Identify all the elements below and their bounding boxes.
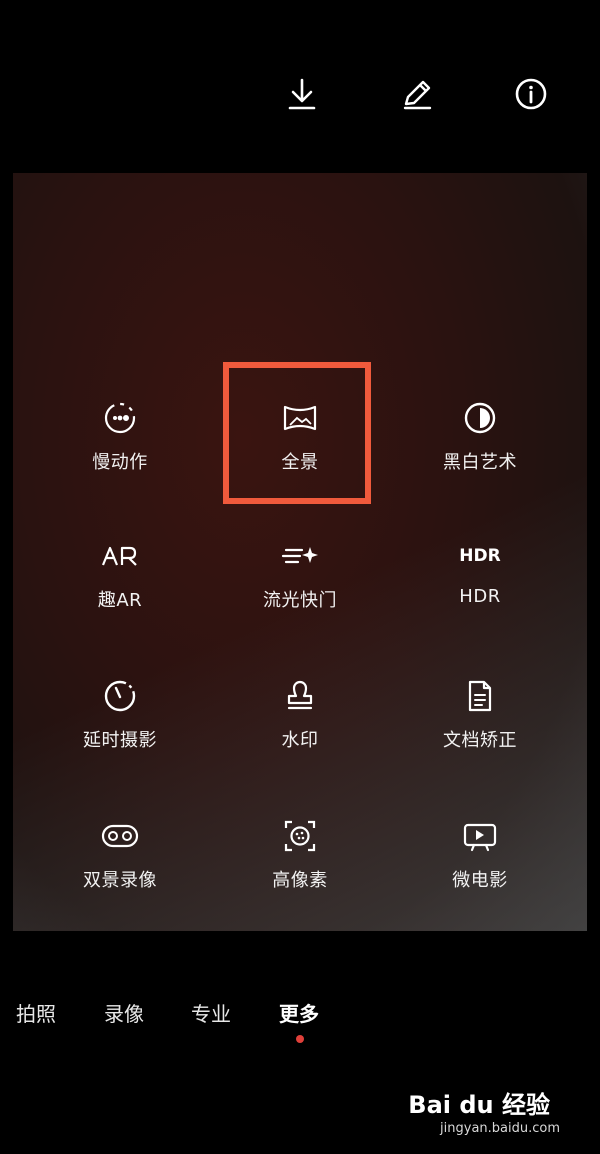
document-icon [460, 676, 500, 716]
high-resolution-icon [280, 816, 320, 856]
tab-video[interactable]: 录像 [104, 998, 144, 1027]
mode-label: 水印 [281, 730, 319, 751]
more-modes-panel: 慢动作 全景 黑白艺术 趣AR 流光快门 HDR HDR 延时摄影 水印 文档矫… [13, 173, 587, 931]
hdr-icon: HDR [459, 546, 501, 566]
mode-label: 趣AR [97, 590, 143, 611]
mode-high-resolution[interactable]: 高像素 [210, 798, 390, 918]
watermark-url: jingyan.baidu.com [440, 1121, 560, 1136]
info-icon [515, 78, 547, 110]
mode-dual-view[interactable]: 双景录像 [30, 798, 210, 918]
mode-micro-movie[interactable]: 微电影 [390, 798, 570, 918]
ar-icon [100, 536, 140, 576]
mode-label: 文档矫正 [443, 730, 517, 751]
tab-more[interactable]: 更多 [279, 998, 319, 1027]
mode-watermark[interactable]: 水印 [210, 658, 390, 778]
mode-monochrome[interactable]: 黑白艺术 [390, 380, 570, 500]
watermark-logo: Bai du 经验 [408, 1091, 550, 1119]
mode-grid: 慢动作 全景 黑白艺术 趣AR 流光快门 HDR HDR 延时摄影 水印 文档矫… [13, 173, 587, 931]
mode-light-trail-shutter[interactable]: 流光快门 [210, 518, 390, 638]
download-icon [288, 78, 316, 110]
mode-label: 流光快门 [263, 590, 337, 611]
mode-ar[interactable]: 趣AR [30, 518, 210, 638]
edit-button[interactable] [393, 70, 441, 118]
mode-label: 高像素 [272, 870, 328, 891]
mode-label: 微电影 [452, 870, 508, 891]
mode-label: 黑白艺术 [443, 452, 517, 473]
mode-label: HDR [459, 586, 501, 607]
monochrome-icon [460, 398, 500, 438]
mode-slow-motion[interactable]: 慢动作 [30, 380, 210, 500]
dual-view-icon [100, 816, 140, 856]
camera-mode-bar: 拍照 录像 专业 更多 [0, 998, 600, 1058]
download-button[interactable] [278, 70, 326, 118]
timelapse-icon [100, 676, 140, 716]
watermark-stamp-icon [280, 676, 320, 716]
slow-motion-icon [100, 398, 140, 438]
active-tab-indicator [296, 1035, 304, 1043]
micro-movie-icon [460, 816, 500, 856]
pencil-icon [403, 80, 432, 110]
light-trail-shutter-icon [280, 536, 320, 576]
panorama-highlight-box [223, 362, 371, 504]
mode-label: 延时摄影 [83, 730, 157, 751]
info-button[interactable] [507, 70, 555, 118]
tab-photo[interactable]: 拍照 [16, 998, 56, 1027]
mode-document-correction[interactable]: 文档矫正 [390, 658, 570, 778]
mode-label: 双景录像 [83, 870, 157, 891]
mode-label: 慢动作 [92, 452, 148, 473]
tab-pro[interactable]: 专业 [191, 998, 231, 1027]
mode-timelapse[interactable]: 延时摄影 [30, 658, 210, 778]
baidu-jingyan-watermark: Bai du 经验 jingyan.baidu.com [408, 1085, 570, 1145]
top-action-bar [0, 0, 600, 170]
mode-hdr[interactable]: HDR HDR [390, 518, 570, 638]
